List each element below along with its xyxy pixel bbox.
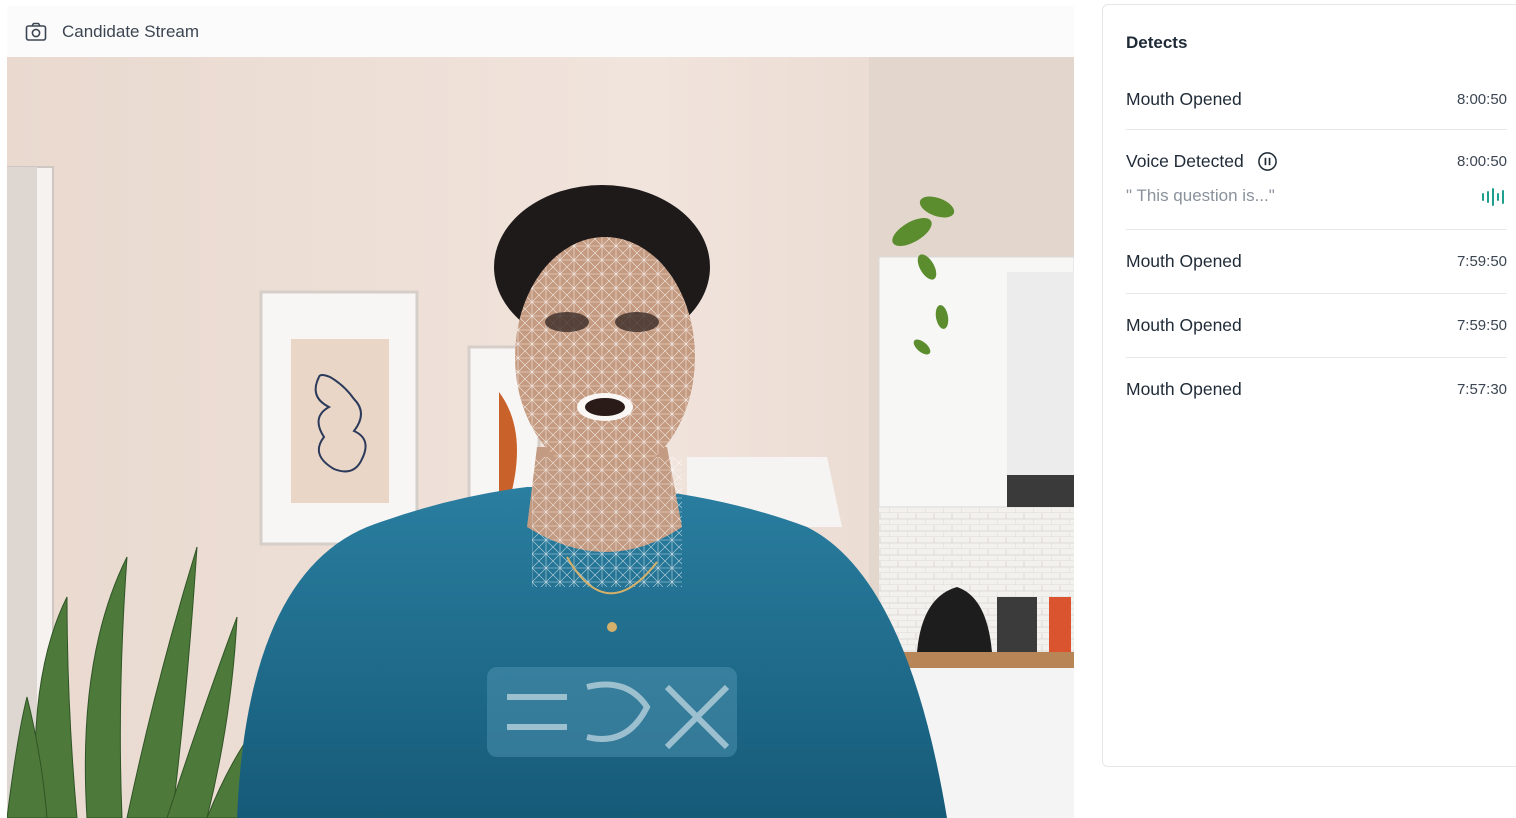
stream-title: Candidate Stream <box>62 21 200 41</box>
detects-panel: Detects Mouth Opened 8:00:50 Voice Detec… <box>1102 4 1516 767</box>
detect-list: Mouth Opened 8:00:50 Voice Detected 8:00… <box>1126 71 1507 422</box>
voice-transcript: " This question is..." <box>1126 186 1275 205</box>
detect-label: Mouth Opened <box>1126 315 1242 335</box>
detect-item-mouth-opened[interactable]: Mouth Opened 7:59:50 <box>1126 230 1507 294</box>
detect-item-voice-detected[interactable]: Voice Detected 8:00:50 " This question i… <box>1126 130 1507 230</box>
detect-label: Mouth Opened <box>1126 251 1242 271</box>
detect-time: 7:59:50 <box>1456 253 1507 270</box>
video-feed[interactable] <box>7 57 1074 818</box>
detect-label: Mouth Opened <box>1126 379 1242 399</box>
candidate-stream-panel: Candidate Stream <box>7 6 1074 818</box>
detect-time: 7:59:50 <box>1456 317 1507 334</box>
camera-icon <box>24 20 48 44</box>
detect-label: Mouth Opened <box>1126 89 1242 109</box>
detect-item-mouth-opened[interactable]: Mouth Opened 7:59:50 <box>1126 294 1507 358</box>
detects-title: Detects <box>1126 33 1188 52</box>
detect-time: 8:00:50 <box>1456 153 1507 170</box>
detect-time: 7:57:30 <box>1456 381 1507 398</box>
stream-header: Candidate Stream <box>7 6 1074 57</box>
audio-wave-icon[interactable] <box>1481 188 1507 206</box>
detect-label-voice: Voice Detected <box>1126 151 1278 172</box>
detect-time: 8:00:50 <box>1456 91 1507 108</box>
detect-label-text: Voice Detected <box>1126 151 1244 171</box>
pause-circle-icon[interactable] <box>1257 151 1278 172</box>
detect-item-mouth-opened[interactable]: Mouth Opened 8:00:50 <box>1126 71 1507 130</box>
detect-item-mouth-opened[interactable]: Mouth Opened 7:57:30 <box>1126 358 1507 422</box>
